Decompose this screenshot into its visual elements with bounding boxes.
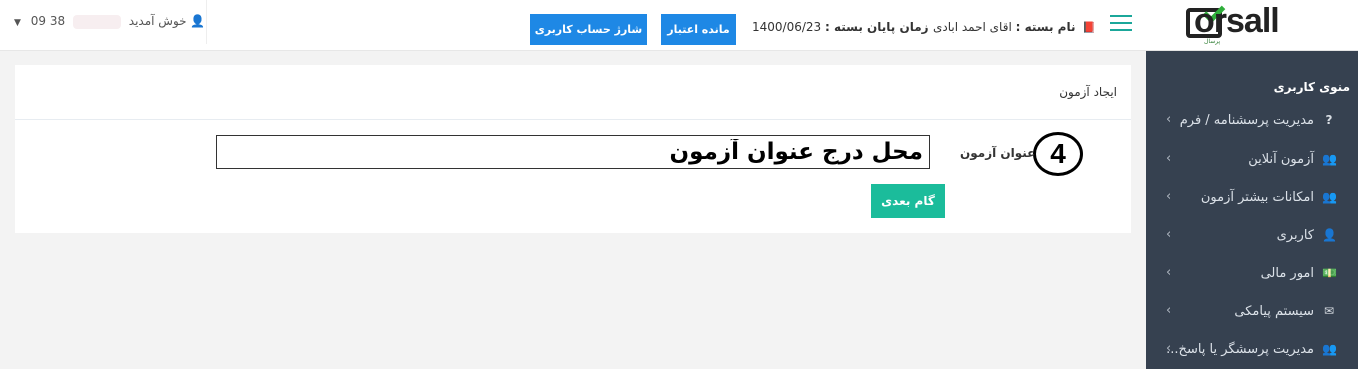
sidebar-item-label: مدیریت پرسشنامه / فرم xyxy=(1179,113,1314,128)
chevron-left-icon: ‹ xyxy=(1166,151,1172,166)
sidebar-item-questionnaire[interactable]: ? مدیریت پرسشنامه / فرم ‹ xyxy=(1146,102,1358,140)
sidebar-item-finance[interactable]: 💵 امور مالی ‹ xyxy=(1146,255,1358,293)
chevron-left-icon: ‹ xyxy=(1166,265,1172,280)
sidebar: orsall پرسال منوی کاربری ? مدیریت پرسشنا… xyxy=(1146,0,1358,369)
chevron-left-icon: ‹ xyxy=(1166,189,1172,204)
end-date-value: 1400/06/23 xyxy=(752,20,822,34)
sidebar-item-label: امکانات بیشتر آزمون xyxy=(1200,190,1314,205)
create-exam-panel: ایجاد آزمون 4 عنوان آزمون گام بعدی xyxy=(15,65,1131,233)
chevron-left-icon: ‹ xyxy=(1166,227,1172,242)
chevron-left-icon: ‹ xyxy=(1166,341,1172,356)
user-icon: 👤 xyxy=(1322,228,1337,242)
logo-subtitle: پرسال xyxy=(1204,38,1221,45)
money-icon: 💵 xyxy=(1322,266,1337,280)
redacted-username xyxy=(72,14,121,29)
question-icon: ? xyxy=(1325,113,1333,127)
user-menu[interactable]: ▼ 09 خوش آمدید 38 👤 xyxy=(14,14,205,29)
exam-title-input[interactable] xyxy=(216,135,930,169)
package-info: 📕 نام بسته : اقای احمد ابادی xyxy=(933,20,1096,34)
sidebar-item-label: مدیریت پرسشگر یا پاسخ... xyxy=(1166,342,1314,357)
end-date: زمان پایان بسته : 1400/06/23 xyxy=(752,20,929,34)
balance-button[interactable]: مانده اعتبار xyxy=(661,14,736,45)
top-bar: ▼ 09 خوش آمدید 38 👤 شارژ حساب کاربری مان… xyxy=(0,0,1146,51)
charge-account-button[interactable]: شارژ حساب کاربری xyxy=(530,14,647,45)
divider xyxy=(15,119,1131,120)
chevron-left-icon: ‹ xyxy=(1166,112,1172,127)
exam-title-label: عنوان آزمون xyxy=(960,146,1036,160)
end-date-label: زمان پایان بسته : xyxy=(825,20,929,34)
sidebar-item-label: آزمون آنلاین xyxy=(1248,152,1314,167)
logo-brand: orsall xyxy=(1194,2,1280,40)
package-label: نام بسته : xyxy=(1015,20,1076,34)
envelope-icon: ✉ xyxy=(1323,304,1335,318)
sidebar-header: منوی کاربری xyxy=(1273,80,1350,94)
sidebar-item-exam-features[interactable]: 👥 امکانات بیشتر آزمون ‹ xyxy=(1146,179,1358,217)
divider xyxy=(206,0,207,44)
step-number-badge: 4 xyxy=(1033,132,1083,176)
sidebar-item-label: امور مالی xyxy=(1260,266,1314,281)
hamburger-menu-icon[interactable] xyxy=(1110,15,1132,33)
logo[interactable]: orsall پرسال xyxy=(1146,0,1358,51)
chevron-down-icon[interactable]: ▼ xyxy=(14,18,21,28)
sidebar-item-label: کاربری xyxy=(1276,228,1314,243)
package-value: اقای احمد ابادی xyxy=(932,20,1012,34)
chevron-left-icon: ‹ xyxy=(1166,303,1172,318)
sidebar-item-label: سیستم پیامکی xyxy=(1234,304,1314,319)
users-icon: 👥 xyxy=(1322,190,1337,204)
panel-title: ایجاد آزمون xyxy=(1059,85,1117,99)
users-icon: 👥 xyxy=(1322,152,1337,166)
sidebar-item-sms[interactable]: ✉ سیستم پیامکی ‹ xyxy=(1146,293,1358,331)
sidebar-item-online-exam[interactable]: 👥 آزمون آنلاین ‹ xyxy=(1146,141,1358,179)
sidebar-item-user[interactable]: 👤 کاربری ‹ xyxy=(1146,217,1358,255)
next-step-button[interactable]: گام بعدی xyxy=(871,184,945,218)
user-icon: 👤 xyxy=(190,14,206,28)
users-icon: 👥 xyxy=(1322,342,1337,356)
user-count: 38 xyxy=(49,14,66,28)
sidebar-item-respondents[interactable]: 👥 مدیریت پرسشگر یا پاسخ... ‹ xyxy=(1146,331,1358,369)
book-icon: 📕 xyxy=(1082,21,1096,34)
